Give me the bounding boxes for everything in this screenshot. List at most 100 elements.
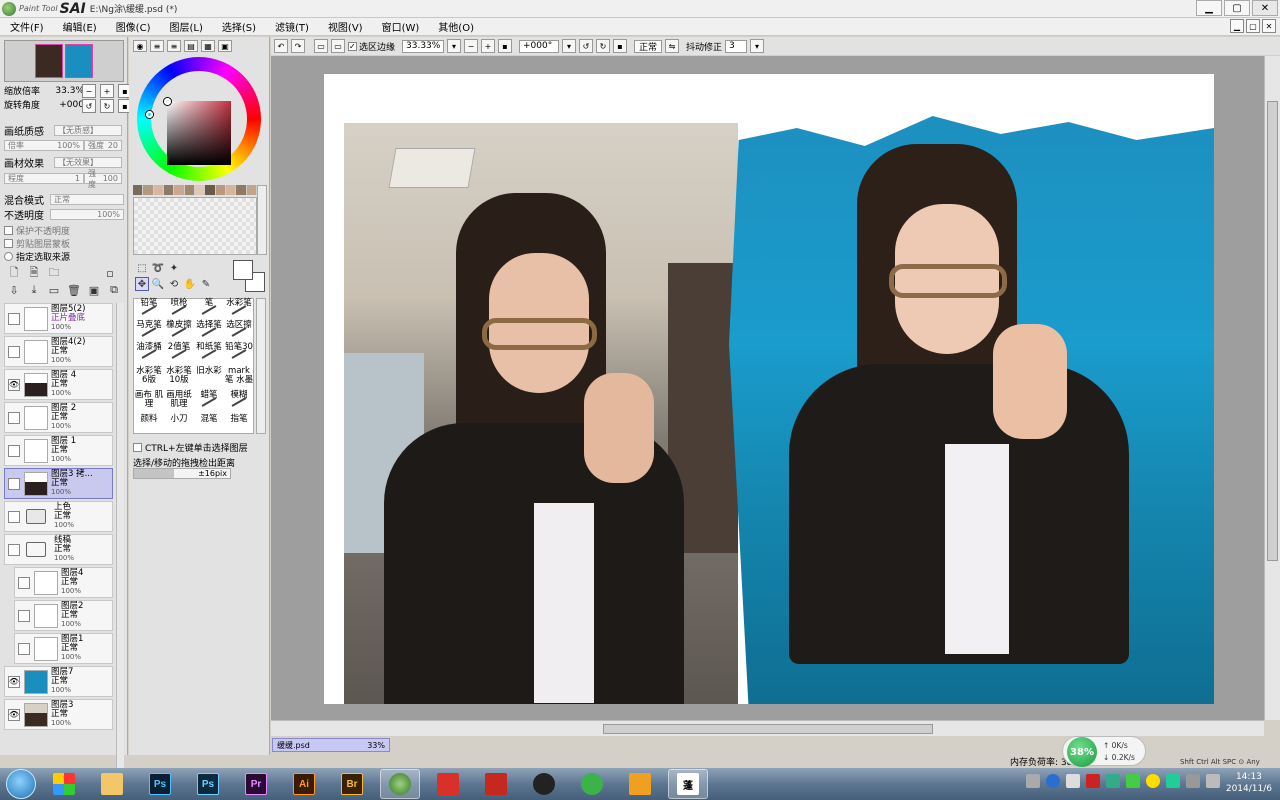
magic-wand-icon[interactable]: ✦ <box>167 261 181 275</box>
effect-select[interactable]: 【无效果】 <box>54 157 122 168</box>
scratchpad-tab-icon[interactable]: ▣ <box>218 40 232 52</box>
undo-icon[interactable]: ↶ <box>274 39 288 53</box>
swatch[interactable] <box>236 185 247 195</box>
layer-item[interactable]: 👁 图层3 正常 100% <box>4 699 113 730</box>
palette-tab-icon[interactable]: ▦ <box>201 40 215 52</box>
zoom-in-icon[interactable]: + <box>481 39 496 53</box>
swatch[interactable] <box>163 185 175 195</box>
protect-opacity-row[interactable]: 保护不透明度 <box>4 224 70 237</box>
redo-icon[interactable]: ↷ <box>291 39 305 53</box>
saturation-value-box[interactable] <box>167 101 231 165</box>
brush-watercolor10[interactable]: 水彩笔 10版 <box>164 367 194 392</box>
menu-image[interactable]: 图像(C) <box>106 19 160 34</box>
close-button[interactable]: ✕ <box>1252 0 1278 16</box>
layer-item[interactable]: 图层 2 正常 100% <box>4 402 113 433</box>
layer-list-scrollbar[interactable] <box>116 303 124 773</box>
lasso-icon[interactable]: ➰ <box>151 261 165 275</box>
eyedropper-icon[interactable]: ✎ <box>199 277 213 291</box>
brush-knife[interactable]: 小刀 <box>164 415 194 440</box>
horizontal-scroll-thumb[interactable] <box>603 724 933 734</box>
menu-filter[interactable]: 滤镜(T) <box>265 19 318 34</box>
zoom-out-icon[interactable]: − <box>464 39 479 53</box>
paper-texture-select[interactable]: 【无质感】 <box>54 125 122 136</box>
layer-item[interactable]: 图层 1 正常 100% <box>4 435 113 466</box>
angle-field[interactable]: +000° <box>519 39 560 53</box>
vertical-scroll-thumb[interactable] <box>1267 101 1278 561</box>
swatch[interactable] <box>174 185 185 195</box>
color-wheel[interactable] <box>137 57 261 181</box>
paper-scale-field[interactable]: 倍率 100% <box>4 140 84 151</box>
layer-item-selected[interactable]: 图层3 拷... 正常 100% <box>4 468 113 499</box>
angle-dropdown-icon[interactable]: ▾ <box>562 39 577 53</box>
tray-plus-icon[interactable] <box>1146 774 1160 788</box>
selection-edge-checkbox[interactable]: ✓ <box>348 41 357 51</box>
menu-window[interactable]: 窗口(W) <box>372 19 429 34</box>
swatch[interactable] <box>225 185 237 195</box>
blend-mode-select[interactable]: 正常 <box>50 194 124 205</box>
clip-group-row[interactable]: 剪贴图层蒙板 <box>4 237 70 250</box>
taskbar-sketchup-icon[interactable] <box>428 769 468 799</box>
start-button[interactable] <box>6 769 36 799</box>
brush-mark-ink[interactable]: mark笔 水墨 <box>224 367 254 392</box>
zoom-reset-icon[interactable]: ▪ <box>498 39 513 53</box>
tray-360-icon[interactable] <box>1166 774 1180 788</box>
zoom-in-button[interactable]: + <box>100 84 114 98</box>
visibility-toggle[interactable] <box>18 609 30 622</box>
sv-marker[interactable] <box>164 98 171 105</box>
opacity-slider[interactable]: 100% <box>50 209 124 220</box>
visibility-toggle[interactable] <box>8 444 20 457</box>
visibility-toggle[interactable] <box>8 543 20 556</box>
clock[interactable]: 14:13 2014/11/6 <box>1226 771 1272 795</box>
brush-grid-scrollbar[interactable] <box>256 298 266 434</box>
visibility-eye-icon[interactable]: 👁 <box>8 378 20 391</box>
brush-pencil30[interactable]: 铅笔30 <box>224 343 254 368</box>
rotate-tool-icon[interactable]: ⟲ <box>167 277 181 291</box>
brush-crayon[interactable]: 蜡笔 <box>194 391 224 416</box>
tray-security-icon[interactable] <box>1126 774 1140 788</box>
hue-marker[interactable] <box>146 111 153 118</box>
visibility-eye-icon[interactable]: 👁 <box>8 675 20 688</box>
stabilizer-field[interactable]: 3 <box>725 39 748 53</box>
taskbar-sai-icon[interactable] <box>380 769 420 799</box>
layer-folder-open[interactable]: 线稿 正常 100% <box>4 534 113 565</box>
navigator-preview[interactable] <box>4 40 124 82</box>
layer-item[interactable]: 图层4(2) 正常 100% <box>4 336 113 367</box>
layer-item[interactable]: 图层5(2) 正片叠底 100% <box>4 303 113 334</box>
swatch[interactable] <box>246 185 257 195</box>
menu-select[interactable]: 选择(S) <box>212 19 265 34</box>
visibility-toggle[interactable] <box>8 345 20 358</box>
deselect-icon[interactable]: ▭ <box>314 39 328 53</box>
menu-file[interactable]: 文件(F) <box>0 19 53 34</box>
rotate-right-icon[interactable]: ↻ <box>596 39 611 53</box>
color-wheel-tab-icon[interactable]: ◉ <box>133 40 147 52</box>
tray-network-icon[interactable] <box>1186 774 1200 788</box>
taskbar-update-icon[interactable] <box>572 769 612 799</box>
taskbar-qq-icon[interactable] <box>524 769 564 799</box>
layer-item[interactable]: 图层1 正常 100% <box>14 633 113 664</box>
zoom-out-button[interactable]: − <box>82 84 96 98</box>
brush-paint[interactable]: 颜料 <box>134 415 164 440</box>
visibility-toggle[interactable] <box>18 642 30 655</box>
effect-strength-field[interactable]: 强度 100 <box>84 169 122 189</box>
layer-folder[interactable]: 上色 正常 100% <box>4 501 113 532</box>
effect-degree-field[interactable]: 程度 1 <box>4 173 84 184</box>
visibility-toggle[interactable] <box>8 312 20 325</box>
tray-volume-icon[interactable] <box>1206 774 1220 788</box>
taskbar-app-icon[interactable]: 蓬 <box>668 769 708 799</box>
canvas-paper[interactable] <box>324 74 1214 704</box>
visibility-toggle[interactable] <box>18 576 30 589</box>
tray-antivirus-icon[interactable] <box>1086 774 1100 788</box>
mdi-close-button[interactable]: ✕ <box>1262 19 1276 33</box>
taskbar-explorer-icon[interactable] <box>92 769 132 799</box>
zoom-field[interactable]: 33.33% <box>402 39 445 53</box>
ctrl-select-checkbox[interactable] <box>133 443 142 452</box>
protect-opacity-checkbox[interactable] <box>4 226 13 235</box>
menu-other[interactable]: 其他(O) <box>428 19 483 34</box>
tray-shield-icon[interactable] <box>1106 774 1120 788</box>
swatch[interactable] <box>143 185 154 195</box>
mdi-minimize-button[interactable]: ▁ <box>1230 19 1244 33</box>
layer-item[interactable]: 👁 图层 4 正常 100% <box>4 369 113 400</box>
brush-paper-texture[interactable]: 画用纸 肌理 <box>164 391 194 416</box>
taskbar-illustrator-icon[interactable]: Ai <box>284 769 324 799</box>
view-mode-field[interactable]: 正常 <box>634 39 663 53</box>
